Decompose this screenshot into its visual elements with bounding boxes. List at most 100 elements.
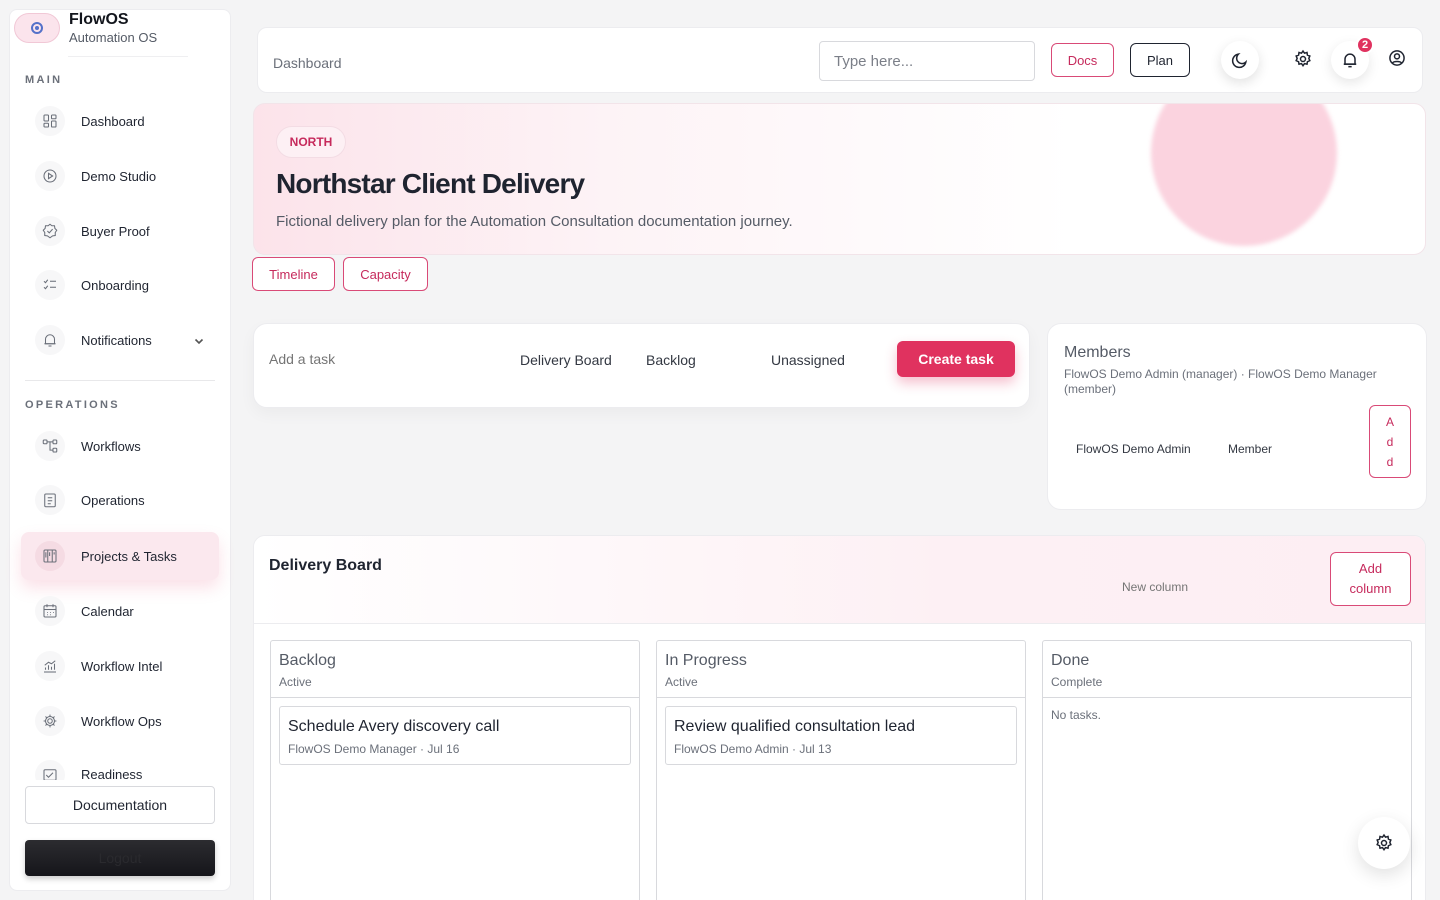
add-member-button[interactable]: Add xyxy=(1369,405,1411,478)
task-card-title: Schedule Avery discovery call xyxy=(288,718,500,735)
settings-button[interactable] xyxy=(1284,40,1322,78)
docs-button[interactable]: Docs xyxy=(1051,43,1114,77)
timeline-button[interactable]: Timeline xyxy=(252,257,335,291)
add-column-button[interactable]: Add column xyxy=(1330,552,1411,606)
column-title: Backlog xyxy=(279,652,336,669)
page-subtitle: Fictional delivery plan for the Automati… xyxy=(276,213,793,230)
column-header: Done Complete xyxy=(1043,641,1411,698)
region-tag: NORTH xyxy=(276,126,346,158)
chart-icon xyxy=(35,651,65,681)
board-column-backlog: Backlog Active Schedule Avery discovery … xyxy=(270,640,640,900)
delivery-board: Delivery Board Add column Backlog Active… xyxy=(253,535,1426,900)
check-badge-icon xyxy=(35,216,65,246)
brand-subtitle: Automation OS xyxy=(69,30,158,45)
sidebar-item-label: Calendar xyxy=(81,603,134,619)
task-card-title: Review qualified consultation lead xyxy=(674,718,916,735)
empty-column-text: No tasks. xyxy=(1051,708,1102,722)
brand-logo-icon xyxy=(14,13,60,43)
play-icon xyxy=(35,161,65,191)
sidebar-item-label: Workflow Intel xyxy=(81,658,163,674)
sidebar-item-dashboard[interactable]: Dashboard xyxy=(21,97,219,145)
column-header: In Progress Active xyxy=(657,641,1025,698)
sidebar-item-workflow-ops[interactable]: Workflow Ops xyxy=(21,697,219,745)
sidebar-item-label: Projects & Tasks xyxy=(81,548,177,564)
sidebar-item-label: Workflow Ops xyxy=(81,713,162,729)
readiness-icon xyxy=(35,760,65,780)
account-button[interactable] xyxy=(1378,39,1416,77)
sidebar-item-label: Operations xyxy=(81,492,145,508)
task-card[interactable]: Review qualified consultation lead FlowO… xyxy=(665,706,1017,765)
sidebar-item-label: Buyer Proof xyxy=(81,223,150,239)
column-title: In Progress xyxy=(665,652,747,669)
sidebar-item-label: Notifications xyxy=(81,332,152,348)
documentation-button[interactable]: Documentation xyxy=(25,786,215,824)
column-title: Done xyxy=(1051,652,1090,669)
gear-icon xyxy=(35,706,65,736)
board-header: Delivery Board Add column xyxy=(254,536,1425,624)
top-bar: Dashboard Docs Plan 2 xyxy=(257,27,1423,93)
create-task-button[interactable]: Create task xyxy=(897,341,1015,377)
moon-icon xyxy=(1231,53,1248,69)
sidebar-item-onboarding[interactable]: Onboarding xyxy=(21,261,219,309)
board-select[interactable]: Delivery Board xyxy=(520,352,612,368)
assignee-select[interactable]: Unassigned xyxy=(771,352,845,368)
sidebar-item-label: Readiness xyxy=(81,767,143,780)
board-column-done: Done Complete No tasks. xyxy=(1042,640,1412,900)
sidebar-item-label: Onboarding xyxy=(81,277,149,293)
notification-count-badge: 2 xyxy=(1356,36,1374,54)
sidebar-item-buyer-proof[interactable]: Buyer Proof xyxy=(21,207,219,255)
section-title-operations: OPERATIONS xyxy=(25,399,120,411)
new-column-input[interactable] xyxy=(1122,580,1242,594)
sidebar-item-projects-tasks[interactable]: Projects & Tasks xyxy=(21,532,219,580)
gear-icon xyxy=(1295,49,1311,67)
column-status: Complete xyxy=(1051,675,1103,689)
workflow-icon xyxy=(35,431,65,461)
members-summary: FlowOS Demo Admin (manager) · FlowOS Dem… xyxy=(1064,367,1377,396)
brand-name: FlowOS xyxy=(69,11,129,28)
decorative-blob xyxy=(1151,104,1337,246)
sidebar: FlowOS Automation OS MAIN Dashboard Demo… xyxy=(9,9,231,891)
sidebar-item-workflows[interactable]: Workflows xyxy=(21,422,219,470)
bell-icon xyxy=(35,325,65,355)
user-circle-icon xyxy=(1389,50,1405,66)
capacity-button[interactable]: Capacity xyxy=(343,257,428,291)
sidebar-item-operations[interactable]: Operations xyxy=(21,476,219,524)
calendar-icon xyxy=(35,596,65,626)
column-select[interactable]: Backlog xyxy=(646,352,696,368)
column-status: Active xyxy=(665,675,698,689)
column-header: Backlog Active xyxy=(271,641,639,698)
sidebar-item-workflow-intel[interactable]: Workflow Intel xyxy=(21,642,219,690)
sidebar-item-demo-studio[interactable]: Demo Studio xyxy=(21,152,219,200)
brand[interactable]: FlowOS Automation OS xyxy=(12,10,192,62)
task-title-input[interactable] xyxy=(269,351,469,367)
floating-settings-button[interactable] xyxy=(1358,817,1410,869)
task-card-meta: FlowOS Demo Manager · Jul 16 xyxy=(288,742,460,756)
bell-icon xyxy=(1343,53,1357,68)
search-input[interactable] xyxy=(819,41,1035,81)
plan-button[interactable]: Plan xyxy=(1130,43,1190,77)
divider xyxy=(68,56,188,57)
member-user-select[interactable]: FlowOS Demo Admin xyxy=(1076,442,1191,456)
sidebar-item-readiness[interactable]: Readiness xyxy=(21,752,219,780)
members-panel: Members FlowOS Demo Admin (manager) · Fl… xyxy=(1047,323,1427,510)
sidebar-item-notifications[interactable]: Notifications xyxy=(21,316,219,364)
board-title: Delivery Board xyxy=(269,557,382,574)
member-role-select[interactable]: Member xyxy=(1228,442,1272,456)
sidebar-item-label: Dashboard xyxy=(81,113,145,129)
dashboard-icon xyxy=(35,106,65,136)
task-card[interactable]: Schedule Avery discovery call FlowOS Dem… xyxy=(279,706,631,765)
sidebar-item-calendar[interactable]: Calendar xyxy=(21,587,219,635)
add-task-panel: Delivery Board Backlog Unassigned Create… xyxy=(253,323,1030,408)
section-title-main: MAIN xyxy=(25,74,63,86)
column-status: Active xyxy=(279,675,312,689)
chevron-down-icon[interactable] xyxy=(193,334,205,346)
board-column-in-progress: In Progress Active Review qualified cons… xyxy=(656,640,1026,900)
gear-icon xyxy=(1376,833,1392,851)
theme-toggle-button[interactable] xyxy=(1221,41,1259,79)
logout-button[interactable]: Logout xyxy=(25,840,215,876)
clipboard-icon xyxy=(35,485,65,515)
breadcrumb[interactable]: Dashboard xyxy=(273,55,342,71)
page-title: Northstar Client Delivery xyxy=(276,168,585,199)
task-card-meta: FlowOS Demo Admin · Jul 13 xyxy=(674,742,832,756)
divider xyxy=(25,380,215,381)
